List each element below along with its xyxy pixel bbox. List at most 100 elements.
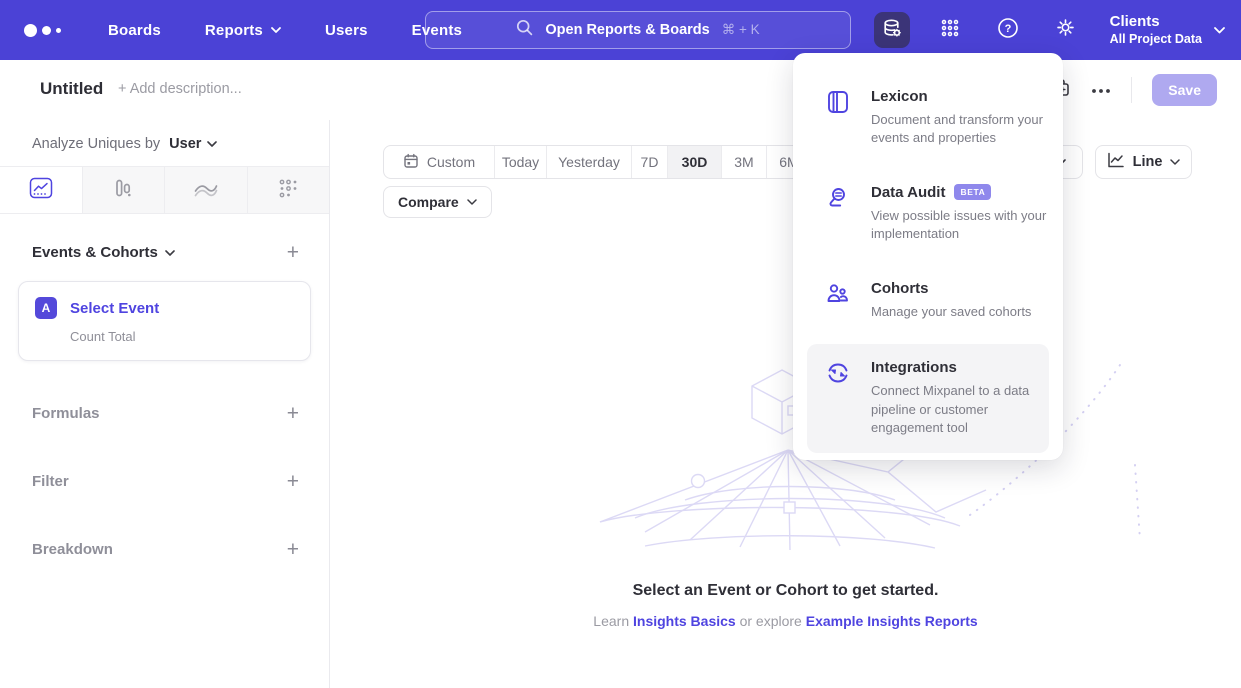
project-selector[interactable]: Clients All Project Data: [1110, 13, 1225, 47]
nav-item-label: Users: [325, 22, 368, 39]
events-section-header: Events & Cohorts +: [0, 242, 329, 263]
analyze-value: User: [169, 136, 201, 152]
add-event-button[interactable]: +: [287, 242, 299, 263]
event-card-top: A Select Event: [35, 297, 294, 319]
gear-icon: [1054, 16, 1077, 44]
nav-item-reports[interactable]: Reports: [205, 22, 281, 39]
menu-item-lexicon[interactable]: Lexicon Document and transform your even…: [793, 75, 1063, 161]
top-navbar: Boards Reports Users Events Open Reports…: [0, 0, 1241, 60]
menu-item-text: Cohorts Manage your saved cohorts: [871, 280, 1047, 321]
line-chart-icon: [1107, 152, 1125, 172]
range-label: 7D: [641, 154, 659, 170]
menu-item-description: Manage your saved cohorts: [871, 303, 1047, 321]
range-yesterday[interactable]: Yesterday: [546, 146, 631, 178]
range-today[interactable]: Today: [494, 146, 546, 178]
compare-dropdown[interactable]: Compare: [383, 186, 492, 218]
navbar-right: ? Clients All Project Data: [874, 0, 1225, 60]
report-title[interactable]: Untitled: [40, 79, 103, 99]
range-label: 30D: [682, 154, 708, 170]
menu-item-description: Connect Mixpanel to a data pipeline or c…: [871, 382, 1047, 437]
add-filter-button[interactable]: +: [287, 471, 299, 492]
range-custom[interactable]: Custom: [384, 146, 494, 178]
menu-item-description: Document and transform your events and p…: [871, 111, 1047, 148]
nav-item-label: Boards: [108, 22, 161, 39]
event-card[interactable]: A Select Event Count Total: [18, 281, 311, 361]
analyze-value-dropdown[interactable]: User: [169, 136, 217, 152]
range-label: Today: [502, 154, 539, 170]
chevron-down-icon: [1170, 159, 1180, 165]
data-management-menu: Lexicon Document and transform your even…: [793, 53, 1063, 460]
lexicon-book-icon: [825, 89, 851, 115]
mixpanel-logo-icon[interactable]: [24, 24, 70, 37]
events-section-toggle[interactable]: Events & Cohorts: [32, 244, 175, 261]
search-label: Open Reports & Boards: [545, 22, 709, 38]
subtitle-text: or explore: [736, 613, 806, 629]
dots-grid-icon: [277, 177, 299, 204]
nav-item-users[interactable]: Users: [325, 22, 368, 39]
breakdown-label: Breakdown: [32, 541, 113, 558]
data-management-button[interactable]: [874, 12, 910, 48]
menu-item-text: Data Audit BETA View possible issues wit…: [871, 184, 1047, 244]
select-event-button[interactable]: Select Event: [70, 300, 159, 317]
save-button[interactable]: Save: [1152, 74, 1217, 106]
filter-section-header: Filter +: [0, 471, 329, 492]
global-search[interactable]: Open Reports & Boards ⌘ + K: [425, 11, 851, 49]
line-chart-icon: [29, 177, 53, 204]
database-gear-icon: [881, 17, 903, 44]
project-name: All Project Data: [1110, 32, 1202, 48]
apps-grid-button[interactable]: [932, 12, 968, 48]
menu-item-text: Integrations Connect Mixpanel to a data …: [871, 359, 1047, 437]
chevron-down-icon: [271, 27, 281, 33]
chart-type-label: Line: [1133, 154, 1163, 170]
range-30d[interactable]: 30D: [667, 146, 721, 178]
menu-item-text: Lexicon Document and transform your even…: [871, 88, 1047, 148]
tab-line-chart[interactable]: [0, 167, 82, 213]
add-breakdown-button[interactable]: +: [287, 539, 299, 560]
add-description-field[interactable]: + Add description...: [118, 81, 242, 97]
analyze-label: Analyze Uniques by: [32, 136, 160, 152]
nav-links: Boards Reports Users Events: [108, 22, 462, 39]
formulas-label: Formulas: [32, 405, 100, 422]
project-text: Clients All Project Data: [1110, 13, 1202, 47]
count-total-dropdown[interactable]: Count Total: [70, 329, 294, 344]
filter-label: Filter: [32, 473, 69, 490]
help-button[interactable]: ?: [990, 12, 1026, 48]
menu-item-integrations[interactable]: Integrations Connect Mixpanel to a data …: [807, 344, 1049, 452]
nav-item-boards[interactable]: Boards: [108, 22, 161, 39]
chart-type-tabs: [0, 166, 329, 214]
beta-badge: BETA: [954, 184, 991, 200]
subtitle-text: Learn: [593, 613, 633, 629]
menu-item-title: Cohorts: [871, 280, 929, 297]
chevron-down-icon: [165, 250, 175, 256]
range-3m[interactable]: 3M: [721, 146, 766, 178]
range-label: Yesterday: [558, 154, 620, 170]
add-formula-button[interactable]: +: [287, 403, 299, 424]
chart-type-dropdown[interactable]: Line: [1095, 145, 1192, 179]
svg-text:?: ?: [1004, 23, 1011, 35]
flow-stream-icon: [193, 178, 219, 203]
breakdown-section-header: Breakdown +: [0, 539, 329, 560]
settings-button[interactable]: [1048, 12, 1084, 48]
cohorts-people-icon: [825, 281, 851, 307]
header-actions: Save: [1050, 60, 1217, 120]
divider: [1131, 77, 1132, 103]
grid-dots-icon: [939, 17, 961, 44]
empty-state-title: Select an Event or Cohort to get started…: [330, 582, 1241, 600]
menu-item-data-audit[interactable]: Data Audit BETA View possible issues wit…: [793, 171, 1063, 257]
range-7d[interactable]: 7D: [631, 146, 667, 178]
menu-item-title: Data Audit: [871, 184, 945, 201]
tab-bar-chart[interactable]: [82, 167, 165, 213]
more-options-button[interactable]: [1091, 81, 1111, 99]
search-shortcut: ⌘ + K: [722, 22, 760, 38]
example-reports-link[interactable]: Example Insights Reports: [806, 613, 978, 629]
chevron-down-icon: [467, 199, 477, 205]
menu-item-cohorts[interactable]: Cohorts Manage your saved cohorts: [793, 267, 1063, 334]
insights-basics-link[interactable]: Insights Basics: [633, 613, 736, 629]
menu-item-title: Lexicon: [871, 88, 928, 105]
integrations-sync-icon: [825, 360, 851, 386]
tab-flow-chart[interactable]: [164, 167, 247, 213]
tab-metrics[interactable]: [247, 167, 330, 213]
range-label: Custom: [427, 154, 475, 170]
org-name: Clients: [1110, 13, 1202, 32]
ellipsis-icon: [1091, 81, 1111, 99]
